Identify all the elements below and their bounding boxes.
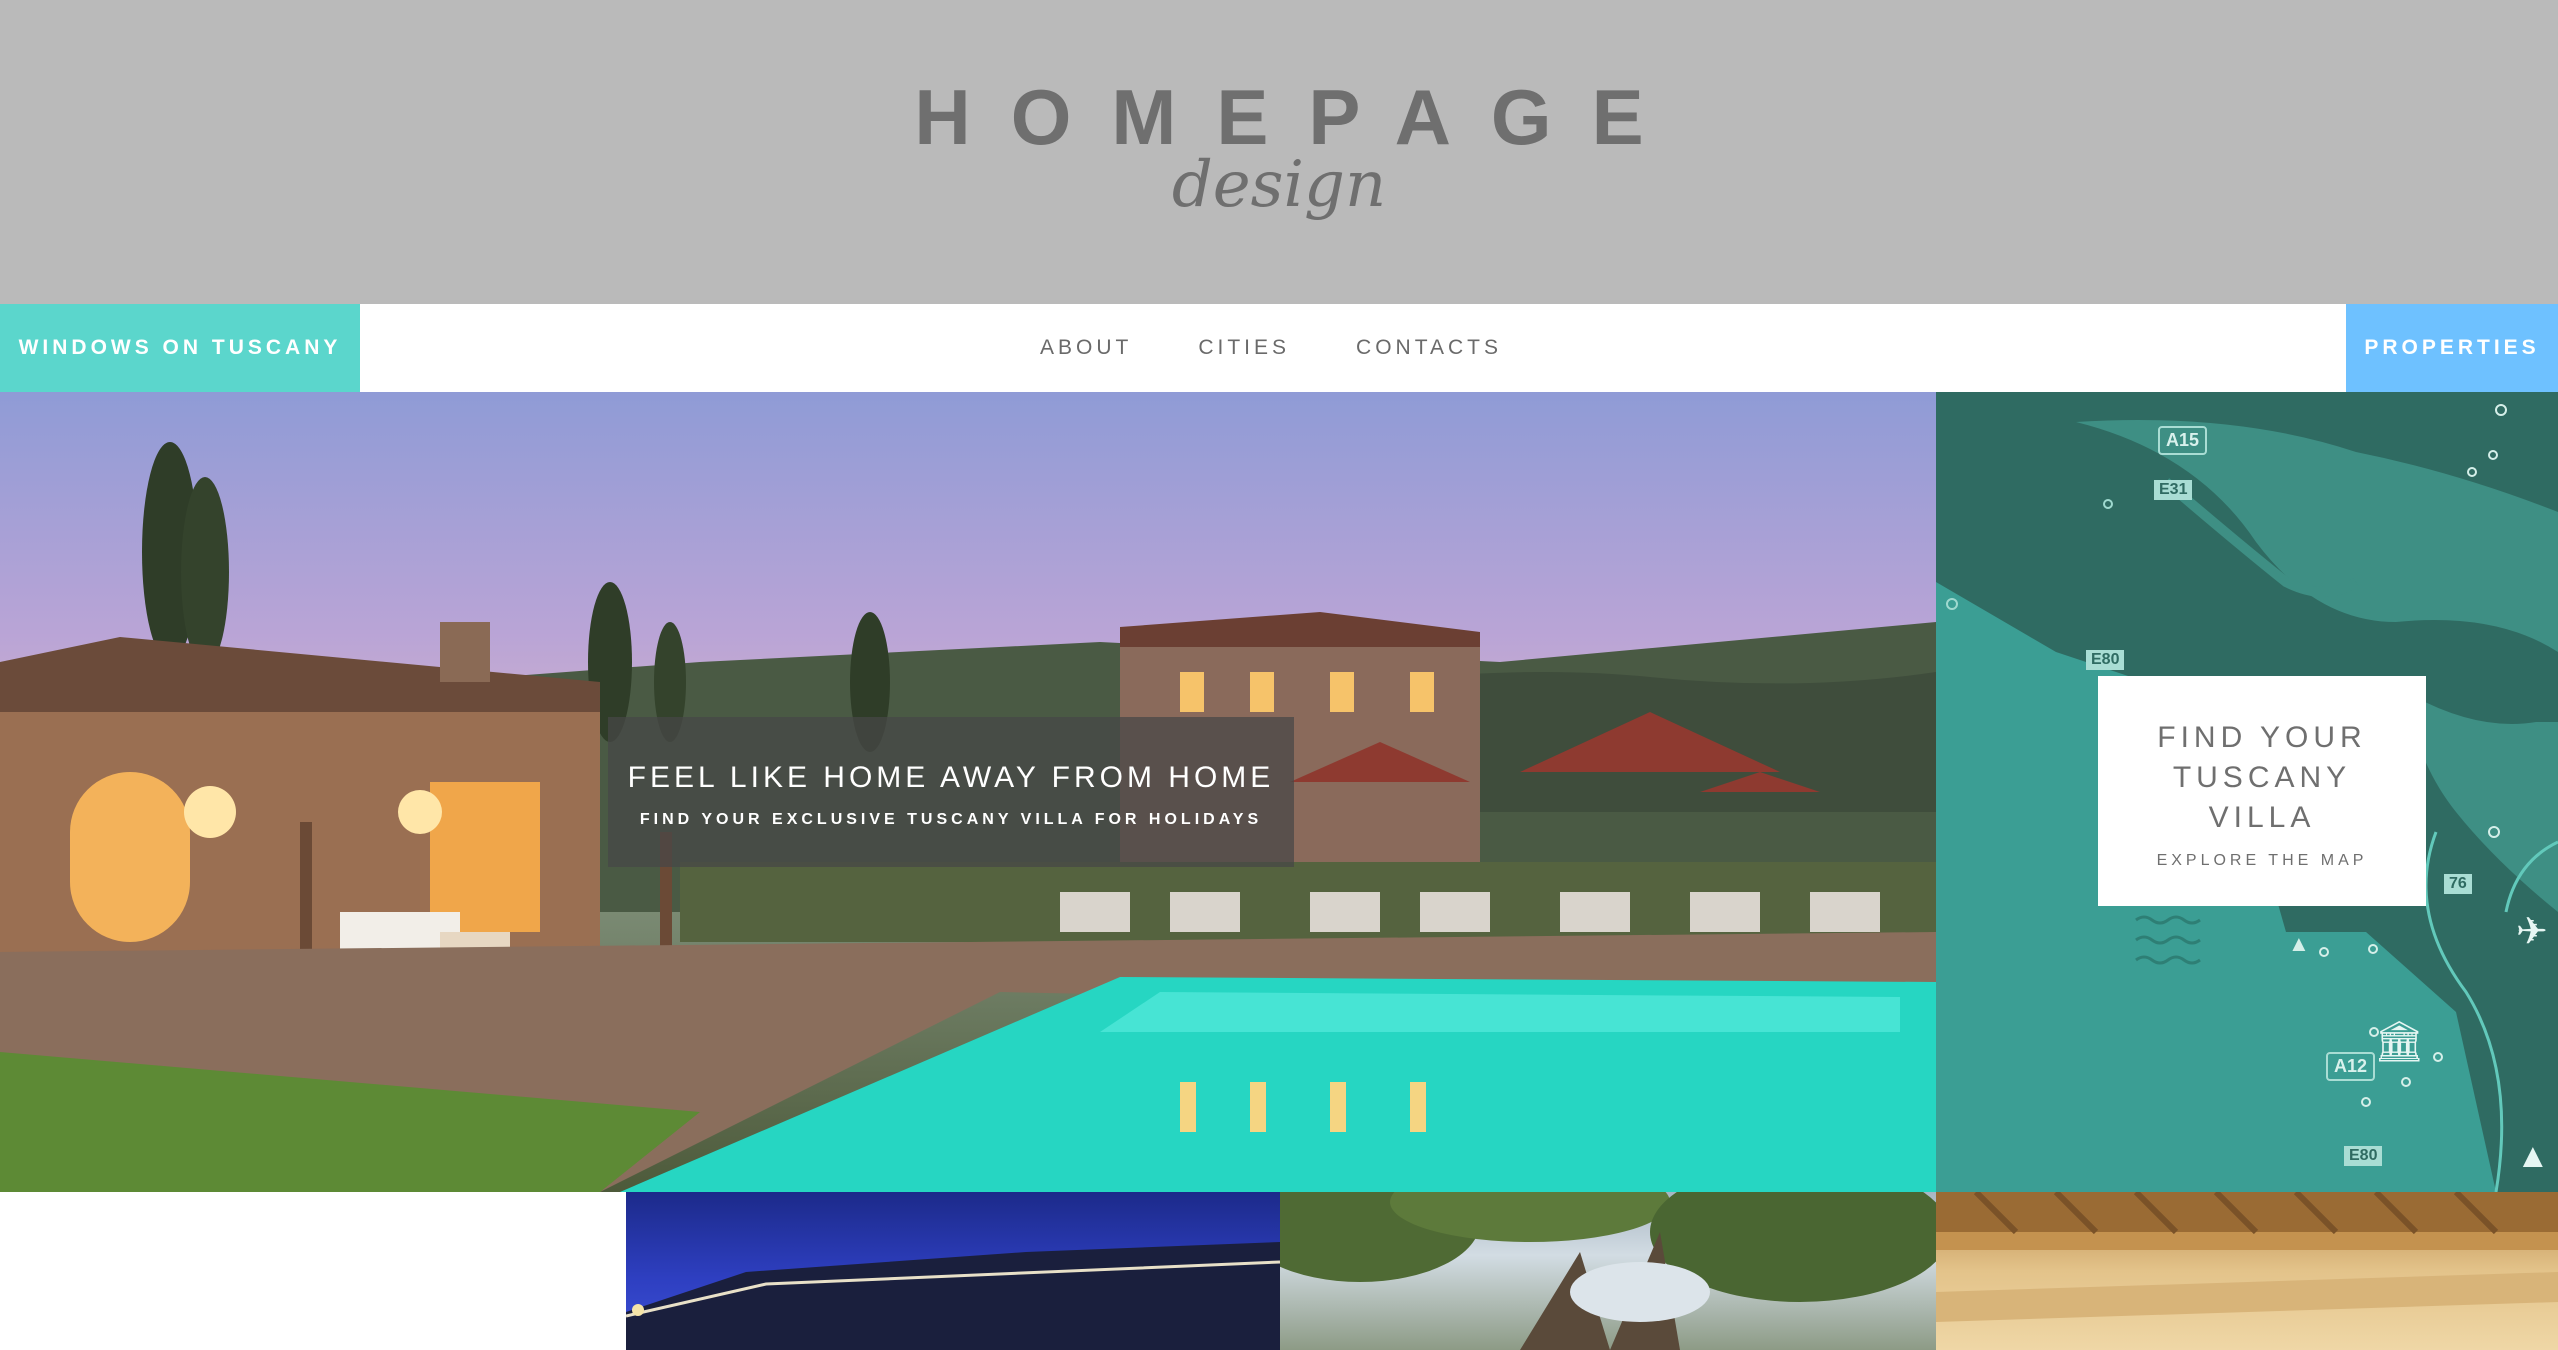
find-villa-title: FIND YOUR TUSCANY VILLA bbox=[2157, 721, 2367, 834]
windows-on-tuscany-button[interactable]: WINDOWS ON TUSCANY bbox=[0, 304, 360, 392]
nav-link-about[interactable]: ABOUT bbox=[1040, 336, 1132, 360]
nav-link-cities[interactable]: CITIES bbox=[1198, 336, 1290, 360]
tile-wood-ceiling[interactable] bbox=[1936, 1192, 2558, 1350]
road-label-a12: A12 bbox=[2326, 1052, 2376, 1081]
logo-tagline: design bbox=[1171, 148, 1387, 222]
tree-icon: ▲ bbox=[2516, 1137, 2550, 1175]
hero-caption[interactable]: FEEL LIKE HOME AWAY FROM HOME FIND YOUR … bbox=[608, 717, 1294, 867]
tuscany-map[interactable]: A15 E31 E80 A12 E80 76 🏛 ✈ ▲ ▲ FIND YOUR… bbox=[1936, 392, 2558, 1192]
nav-link-contacts[interactable]: CONTACTS bbox=[1356, 336, 1502, 360]
mountain-icon: ▲ bbox=[2288, 931, 2310, 956]
museum-icon[interactable]: 🏛 bbox=[2374, 1022, 2425, 1062]
find-villa-card[interactable]: FIND YOUR TUSCANY VILLA EXPLORE THE MAP bbox=[2098, 676, 2426, 906]
night-building-illustration bbox=[626, 1242, 1280, 1350]
hero-subtitle: FIND YOUR EXCLUSIVE TUSCANY VILLA FOR HO… bbox=[639, 811, 1263, 828]
hero-title: FEEL LIKE HOME AWAY FROM HOME bbox=[627, 761, 1275, 794]
tree-canopy-illustration bbox=[1280, 1192, 1936, 1350]
tile-night-building[interactable] bbox=[626, 1192, 1280, 1350]
main-nav: WINDOWS ON TUSCANY ABOUT CITIES CONTACTS… bbox=[0, 304, 2558, 392]
nav-links: ABOUT CITIES CONTACTS bbox=[1040, 304, 1568, 392]
site-header: HOMEPAGE design bbox=[0, 0, 2558, 304]
hero-image[interactable]: FEEL LIKE HOME AWAY FROM HOME FIND YOUR … bbox=[0, 392, 1936, 1192]
properties-button[interactable]: PROPERTIES bbox=[2346, 304, 2558, 392]
road-label-a15: A15 bbox=[2158, 426, 2208, 455]
road-label-e80-south: E80 bbox=[2344, 1146, 2383, 1166]
road-label-e80: E80 bbox=[2086, 650, 2125, 670]
ceiling-illustration bbox=[1936, 1192, 2558, 1322]
road-label-76: 76 bbox=[2444, 874, 2472, 894]
tile-blank bbox=[0, 1192, 626, 1350]
airplane-icon[interactable]: ✈ bbox=[2516, 912, 2548, 952]
tile-tree-canopy[interactable] bbox=[1280, 1192, 1936, 1350]
road-label-e31: E31 bbox=[2154, 480, 2193, 500]
explore-map-link[interactable]: EXPLORE THE MAP bbox=[2098, 852, 2426, 870]
logo-wordmark[interactable]: HOMEPAGE bbox=[0, 78, 2558, 156]
